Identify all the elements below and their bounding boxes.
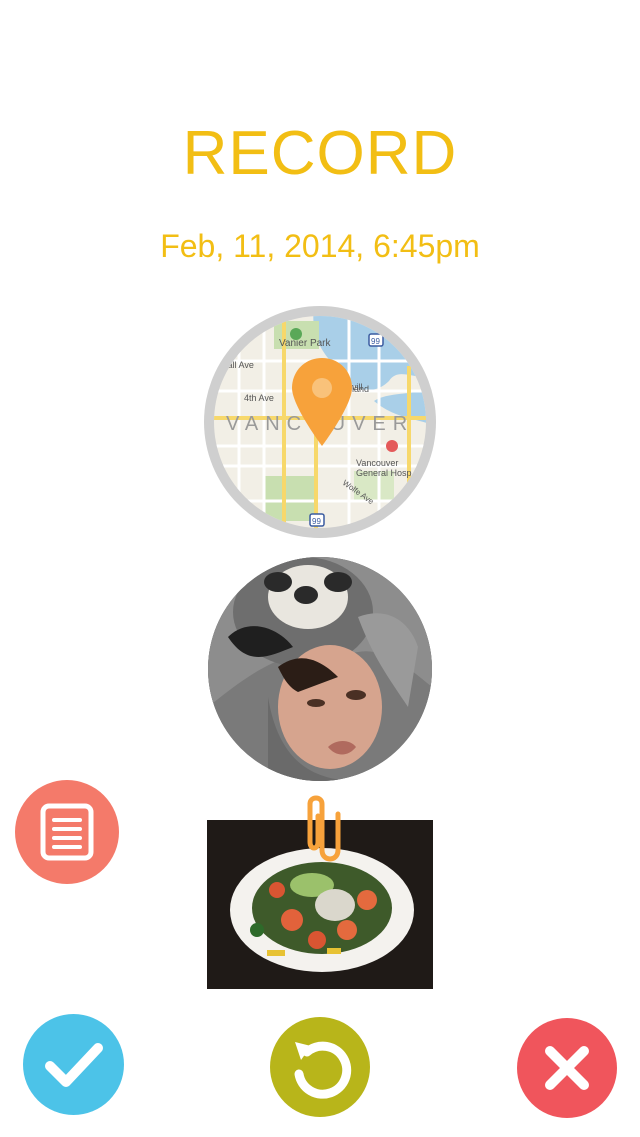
highway-shield-bottom: 99: [312, 517, 321, 526]
page-title: RECORD: [182, 119, 458, 188]
record-datetime: Feb, 11, 2014, 6:45pm: [160, 228, 480, 264]
selfie-photo[interactable]: [208, 557, 432, 781]
location-map[interactable]: Vanier Park nwall Ave 4th Ave Granvill l…: [204, 306, 436, 538]
confirm-button[interactable]: [23, 1014, 124, 1115]
map-label-street1: 4th Ave: [244, 393, 274, 403]
cancel-button[interactable]: [517, 1018, 617, 1118]
paperclip-icon: [307, 795, 341, 862]
redo-icon: [294, 1041, 352, 1099]
close-icon: [545, 1046, 589, 1090]
check-icon: [44, 1042, 103, 1087]
highway-shield-top: 99: [371, 337, 380, 346]
map-label-hospital2: General Hosp: [356, 468, 412, 478]
notes-icon: [40, 803, 94, 861]
map-label-hospital1: Vancouver: [356, 458, 398, 468]
map-label-park: Vanier Park: [279, 338, 332, 349]
map-label-island2: land: [352, 384, 369, 394]
notes-button[interactable]: [15, 780, 119, 884]
redo-button[interactable]: [270, 1017, 370, 1117]
map-label-street2: nwall Ave: [216, 360, 254, 370]
